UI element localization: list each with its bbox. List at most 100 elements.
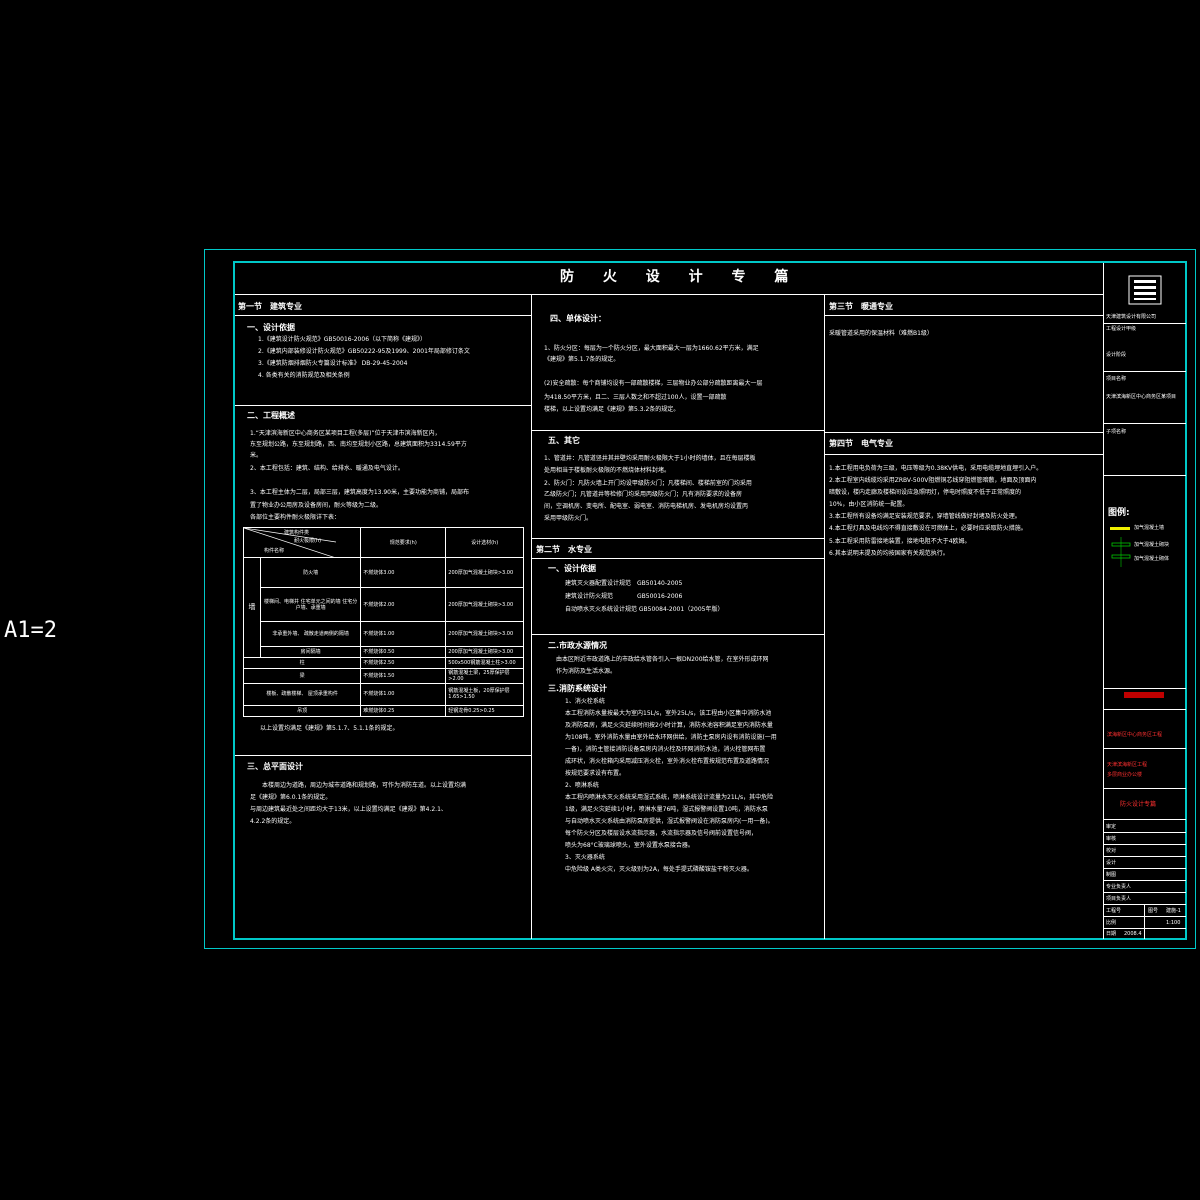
- grid-line: [1104, 916, 1186, 917]
- tb-divider: [1104, 819, 1186, 820]
- overview-line: 置了物业办公用房及设备房间，耐火等级为二级。: [250, 502, 383, 509]
- table-note: 以上设置均满足《建规》第5.1.7、5.1.1条的规定。: [260, 725, 399, 732]
- section3-heading: 第三节 暖通专业: [829, 302, 893, 311]
- header-component-name: 构件名称: [264, 548, 285, 554]
- sign-label: 专业负责人: [1106, 884, 1132, 890]
- section-divider: [825, 432, 1103, 433]
- electrical-line: 5.本工程采用防雷接地装置，接地电阻不大于4欧姆。: [829, 538, 971, 545]
- electrical-line: 3.本工程所有设备均满足安装规范要求，穿墙管线做好封堵及防火处理。: [829, 513, 1021, 520]
- row-required: 不燃烧体3.00: [360, 557, 447, 589]
- fire-resistance-table: 建筑构件类 耐火极限(h) 构件名称 规范要求(h) 设计选材(h) 墙 防火墙…: [242, 526, 524, 718]
- design-basis-line: 4. 各类有关的消防规范及相关条例: [258, 372, 350, 379]
- grid-line: [1104, 892, 1186, 893]
- grid-line: [1104, 868, 1186, 869]
- row-design: 200厚加气混凝土砌块>3.00: [445, 621, 524, 647]
- sign-label: 项目负责人: [1106, 896, 1132, 902]
- row-required: 不燃烧体1.00: [360, 682, 447, 706]
- site-plan-line: 足《建规》第6.0.1条的规定。: [250, 794, 332, 801]
- row-name: 非承重外墙、 疏散走道两侧的隔墙: [259, 621, 362, 647]
- title-divider: [235, 294, 1103, 295]
- design-basis-heading: 一、设计依据: [247, 323, 295, 332]
- fire-system-line: 中危险级 A类火灾，灭火级别为2A，每处手提式磷酸铵盐干粉灭火器。: [565, 866, 753, 873]
- unit-design-line: 楼梯，以上设置均满足《建规》第5.3.2条的规定。: [544, 406, 680, 413]
- overview-line: 东至规划公路，东至规划路，西、南均至规划小区路，总建筑面积为3314.59平方: [250, 441, 467, 448]
- design-basis-line: 1.《建筑设计防火规范》GB50016-2006（以下简称《建规》）: [258, 336, 427, 343]
- electrical-line: 2.本工程室内线缆均采用ZRBV-500V阻燃铜芯线穿阻燃管暗敷，地面及顶面内: [829, 477, 1037, 484]
- fire-system-line: 为108吨，室外消防水量由室外给水环网供给，消防主泵房内设有消防设施(一用: [565, 734, 777, 741]
- section-divider: [235, 755, 531, 756]
- sign-label: 设计: [1106, 860, 1117, 866]
- row-name: 吊顶: [242, 704, 362, 718]
- header-design: 设计选材(h): [445, 526, 524, 559]
- fire-system-line: 本工程消防水量按最大为室内15L/s，室外25L/s，该工程由小区集中消防水池: [565, 710, 772, 717]
- fire-system-line: 一备)，消防主管接消防设备泵房内消火栓及环网消防水池，消火栓管网布置: [565, 746, 766, 753]
- unit-design-line: 1、防火分区：每层为一个防火分区，最大面积最大一层为1660.62平方米，满足: [544, 345, 759, 352]
- revision-row: [1104, 689, 1186, 710]
- overview-heading: 二、工程概述: [247, 411, 295, 420]
- red-note: 滨海新区中心商务区工程: [1107, 732, 1163, 738]
- grid-line: [1104, 856, 1186, 857]
- other-line: 间，空调机房、变电所、配电室、弱电室、消防电梯机房、发电机房均设置丙: [544, 503, 749, 510]
- section3-underline: [825, 315, 1103, 316]
- tb-divider: [1104, 371, 1186, 372]
- section-divider: [235, 405, 531, 406]
- other-heading: 五、其它: [548, 436, 580, 445]
- revision-mark: [1124, 692, 1164, 698]
- row-required: 不燃烧体1.50: [360, 667, 447, 684]
- water-source-line: 由本区附近市政道路上的市政给水管各引入一根DN200给水管，在室外形成环网: [556, 656, 769, 663]
- sheet-title: 防 火 设 计 专 篇: [560, 269, 801, 285]
- drawing-name: 防火设计专篇: [1120, 801, 1157, 808]
- header-component-type: 建筑构件类: [284, 530, 310, 536]
- fire-system-line: 3、灭火器系统: [565, 854, 605, 861]
- row-design: 200厚加气混凝土砌块>3.00: [445, 587, 524, 623]
- row-design: 200厚加气混凝土砌块>3.00: [445, 645, 524, 658]
- row-name: 柱: [242, 656, 362, 669]
- row-design: 500x500钢筋混凝土柱>3.00: [445, 656, 524, 669]
- overview-line: 各部位主要构件耐火极限详下表：: [250, 514, 341, 521]
- row-design: 200厚加气混凝土砌块>3.00: [445, 557, 524, 589]
- sheet-number: 建施-1: [1166, 908, 1181, 914]
- signature-grid: 审定 审核 校对 设计 制图 专业负责人 项目负责人 工程号 图号 建施-1 比…: [1104, 821, 1186, 939]
- sheet-label: 图号: [1148, 908, 1159, 914]
- grid-line: [1104, 928, 1186, 929]
- header-required: 规范要求(h): [360, 526, 447, 559]
- row-required: 难燃烧体0.25: [360, 704, 447, 718]
- table-header-diagonal: 建筑构件类 耐火极限(h) 构件名称: [242, 526, 362, 559]
- water-basis-heading: 一、设计依据: [548, 564, 596, 573]
- fire-system-line: 1级，满足火灾延续1小时，喷淋水量76吨，湿式报警阀设置10吨，消防水泵: [565, 806, 768, 813]
- overview-line: 1.“天津滨海新区中心商务区某项目工程(多层)”位于天津市滨海新区内，: [250, 430, 441, 437]
- electrical-line: 1.本工程用电负荷为三级，电压等级为0.38KV供电，采用电缆埋地直埋引入户。: [829, 465, 1043, 472]
- tb-divider: [1104, 748, 1186, 749]
- site-plan-line: 4.2.2条的规定。: [250, 818, 296, 825]
- unit-design-heading: 四、单体设计：: [550, 314, 606, 323]
- fire-system-line: 1、消火栓系统: [565, 698, 605, 705]
- date-label: 日期: [1106, 931, 1117, 937]
- header-fire-rating: 耐火极限(h): [294, 538, 322, 544]
- water-source-heading: 二.市政水源情况: [548, 641, 608, 650]
- grid-line: [1104, 844, 1186, 845]
- row-required: 不燃烧体1.00: [360, 621, 447, 647]
- unit-design-line: 《建规》第5.1.7条的规定。: [544, 356, 620, 363]
- grid-vline: [1144, 904, 1145, 939]
- other-line: 采用甲级防火门。: [544, 515, 593, 522]
- other-line: 2、防火门：凡防火墙上开门均设甲级防火门；凡楼梯间、楼梯前室的门均采用: [544, 480, 752, 487]
- wall-group-label: 墙: [243, 557, 261, 658]
- other-line: 1、管道井：凡管道竖井其井壁均采用耐火极限大于1小时的墙体，且在每层楼板: [544, 455, 756, 462]
- overview-line: 米。: [250, 452, 263, 459]
- scale-value: 1:100: [1166, 920, 1181, 926]
- row-name: 楼梯间、电梯井 住宅单元之间的墙 住宅分户墙、承重墙: [259, 587, 362, 623]
- company-name: 天津建筑设计有限公司: [1106, 314, 1157, 320]
- electrical-line: 6.其本说明未提及的均按国家有关规范执行。: [829, 550, 949, 557]
- electrical-line: 暗敷设，楼内走廊及楼梯间设应急照明灯，停电时照度不低于正常照度的: [829, 489, 1022, 496]
- company-sub: 工程设计甲级: [1106, 326, 1137, 332]
- section4-underline: [825, 454, 1103, 455]
- fire-system-line: 喷头为68°C玻璃球喷头，室外设置水泵接合器。: [565, 842, 694, 849]
- red-note: 多层商业办公楼: [1107, 772, 1143, 778]
- section2-heading: 第二节 水专业: [536, 545, 592, 554]
- water-source-line: 作为消防及生活水源。: [556, 668, 617, 675]
- column-divider-1: [531, 295, 532, 939]
- tb-divider: [1104, 423, 1186, 424]
- overview-line: 3、本工程主体为二层，局部三层，建筑高度为13.90米，主要功能为商铺，局部布: [250, 489, 469, 496]
- section2-underline: [532, 558, 824, 559]
- tb-row-label: 子项名称: [1106, 429, 1127, 435]
